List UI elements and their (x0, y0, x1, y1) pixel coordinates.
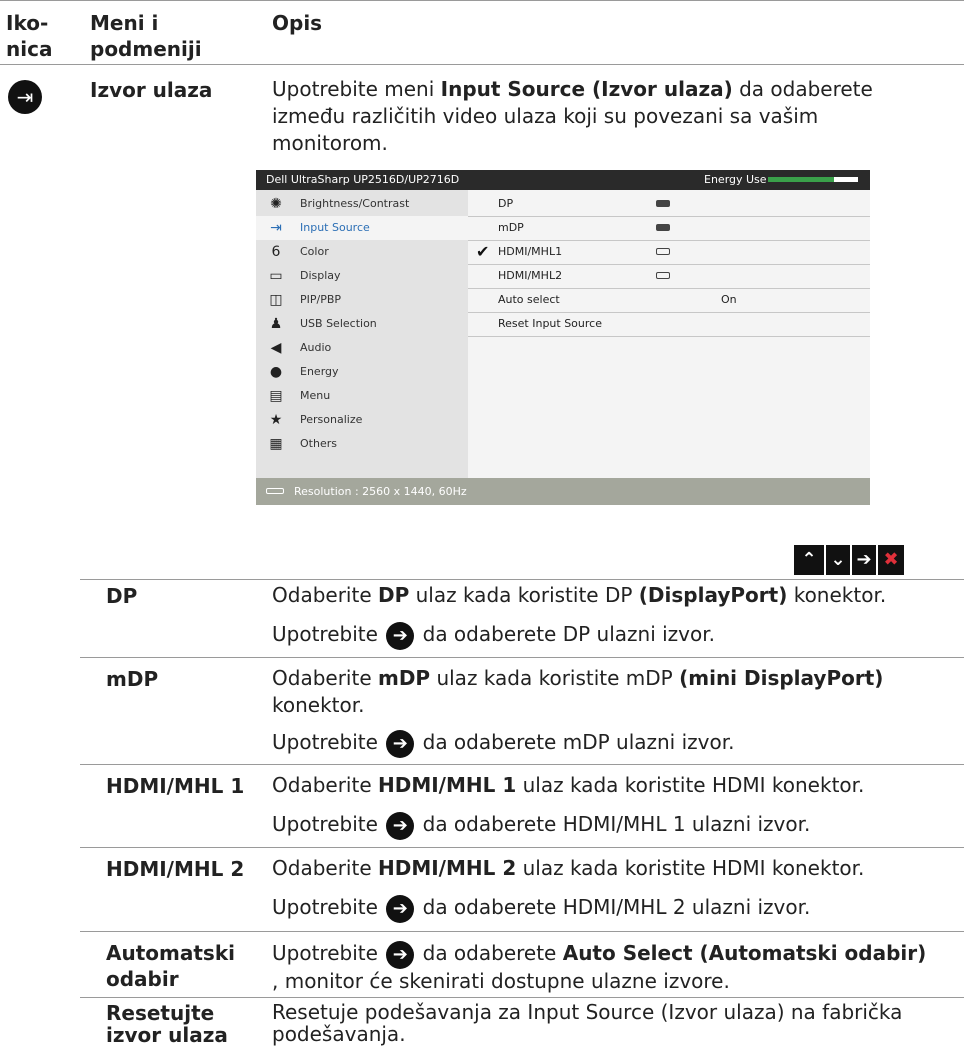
osd-menu-label: Display (300, 269, 341, 282)
menu-title-input-source: Izvor ulaza (90, 78, 213, 102)
osd-option-row[interactable]: DP (468, 192, 870, 217)
osd-option-label: HDMI/MHL2 (498, 269, 563, 282)
osd-option-row[interactable]: HDMI/MHL2 (468, 264, 870, 289)
row-name-mdp: mDP (106, 667, 159, 691)
osd-main-menu: ✺ Brightness/Contrast ⇥ Input Source 6 Color ▭… (256, 190, 468, 478)
osd-menu-label: Menu (300, 389, 331, 402)
osd-menu-label: Personalize (300, 413, 363, 426)
up-button[interactable]: ⌃ (794, 545, 824, 575)
osd-menu-label: USB Selection (300, 317, 377, 330)
row-desc-mdp-1: Odaberite mDP ulaz kada koristite mDP (m… (272, 666, 884, 717)
osd-title: Dell UltraSharp UP2516D/UP2716D (266, 173, 460, 186)
down-icon: ⌄ (830, 549, 846, 570)
row-name-dp: DP (106, 584, 138, 608)
osd-menu-label: Audio (300, 341, 332, 354)
row-desc-dp-1: Odaberite DP ulaz kada koristite DP (Dis… (272, 583, 887, 607)
row-desc-hdmi2-1: Odaberite HDMI/MHL 2 ulaz kada koristite… (272, 856, 865, 880)
port-icon (656, 272, 670, 279)
menu-icon: ▤ (269, 388, 283, 404)
osd-menu-item[interactable]: ● Energy (256, 360, 468, 384)
brightness-icon: ✺ (270, 196, 282, 212)
header-col-menu: Meni i podmeniji (90, 11, 202, 61)
osd-option-row[interactable]: ✔ HDMI/MHL1 (468, 240, 870, 265)
close-icon: ✖ (883, 549, 899, 570)
osd-menu-item[interactable]: ♟ USB Selection (256, 312, 468, 336)
osd-option-row[interactable]: mDP (468, 216, 870, 241)
right-arrow-icon: ➔ (386, 729, 415, 758)
down-button[interactable]: ⌄ (826, 545, 850, 575)
energy-use-bar (768, 177, 858, 182)
energy-icon: ● (269, 364, 283, 380)
right-arrow-icon: ➔ (386, 621, 415, 650)
menu-description: Upotrebite meni Input Source (Izvor ulaz… (272, 77, 873, 155)
input-source-icon: ⇥ (8, 80, 42, 114)
osd-menu-item[interactable]: ◀ Audio (256, 336, 468, 360)
osd-menu-label: Others (300, 437, 337, 450)
osd-menu-label: PIP/PBP (300, 293, 342, 306)
up-icon: ⌃ (801, 549, 817, 570)
row-name-reset-2: izvor ulaza (106, 1023, 228, 1047)
osd-option-row[interactable]: Reset Input Source (468, 312, 870, 337)
check-icon: ✔ (476, 242, 490, 261)
close-button[interactable]: ✖ (878, 545, 904, 575)
display-icon: ▭ (269, 268, 283, 284)
osd-menu-label: Color (300, 245, 329, 258)
osd-option-label: Auto select (498, 293, 560, 306)
others-icon: ▦ (269, 436, 283, 452)
osd-menu-item[interactable]: 6 Color (256, 240, 468, 264)
header-col-icon: Iko- nica (6, 11, 53, 61)
osd-menu-label: Energy (300, 365, 339, 378)
port-icon (656, 248, 670, 255)
osd-menu-item[interactable]: ▭ Display (256, 264, 468, 288)
osd-menu-item[interactable]: ▤ Menu (256, 384, 468, 408)
usb-icon: ♟ (269, 316, 283, 332)
row-desc-auto-2: , monitor će skenirati dostupne ulazne i… (272, 969, 730, 993)
pip-pbp-icon: ◫ (269, 292, 283, 308)
osd-menu-label: Input Source (300, 221, 370, 234)
row-name-hdmi1: HDMI/MHL 1 (106, 774, 245, 798)
input-source-icon: ⇥ (270, 220, 282, 236)
energy-use-label: Energy Use (704, 173, 767, 186)
osd-menu-item[interactable]: ⇥ Input Source (256, 216, 468, 240)
row-desc-auto-1: Upotrebite ➔ da odaberete Auto Select (A… (272, 940, 926, 969)
header-col-desc: Opis (272, 11, 323, 35)
osd-option-value: On (721, 293, 737, 306)
row-desc-mdp-2: Upotrebite ➔ da odaberete mDP ulazni izv… (272, 729, 734, 758)
row-name-auto-1: Automatski (106, 941, 235, 965)
right-arrow-button[interactable]: ➔ (852, 545, 876, 575)
row-desc-hdmi1-1: Odaberite HDMI/MHL 1 ulaz kada koristite… (272, 773, 865, 797)
right-arrow-icon: ➔ (856, 549, 872, 570)
osd-option-label: DP (498, 197, 514, 210)
osd-option-label: Reset Input Source (498, 317, 602, 330)
color-icon: 6 (271, 244, 281, 260)
osd-option-label: HDMI/MHL1 (498, 245, 563, 258)
row-desc-hdmi2-2: Upotrebite ➔ da odaberete HDMI/MHL 2 ula… (272, 894, 810, 923)
right-arrow-icon: ➔ (386, 894, 415, 923)
osd-option-row[interactable]: Auto select On (468, 288, 870, 313)
audio-icon: ◀ (270, 340, 282, 356)
right-arrow-icon: ➔ (386, 811, 415, 840)
osd-title-bar: Dell UltraSharp UP2516D/UP2716D Energy U… (256, 170, 870, 190)
port-icon (656, 200, 670, 207)
star-icon: ★ (269, 412, 283, 428)
row-desc-dp-2: Upotrebite ➔ da odaberete DP ulazni izvo… (272, 621, 715, 650)
row-desc-reset-2: podešavanja. (272, 1022, 406, 1046)
row-desc-hdmi1-2: Upotrebite ➔ da odaberete HDMI/MHL 1 ula… (272, 811, 810, 840)
port-icon (266, 488, 284, 494)
row-name-auto-2: odabir (106, 967, 179, 991)
right-arrow-icon: ➔ (386, 940, 415, 969)
osd-menu-screenshot: Dell UltraSharp UP2516D/UP2716D Energy U… (256, 170, 870, 505)
osd-footer: Resolution : 2560 x 1440, 60Hz (256, 478, 870, 505)
osd-option-label: mDP (498, 221, 524, 234)
row-name-hdmi2: HDMI/MHL 2 (106, 857, 245, 881)
osd-menu-item[interactable]: ★ Personalize (256, 408, 468, 432)
osd-menu-item[interactable]: ▦ Others (256, 432, 468, 456)
port-icon (656, 224, 670, 231)
osd-menu-label: Brightness/Contrast (300, 197, 410, 210)
resolution-text: Resolution : 2560 x 1440, 60Hz (294, 485, 467, 498)
osd-menu-item[interactable]: ✺ Brightness/Contrast (256, 192, 468, 216)
osd-menu-item[interactable]: ◫ PIP/PBP (256, 288, 468, 312)
